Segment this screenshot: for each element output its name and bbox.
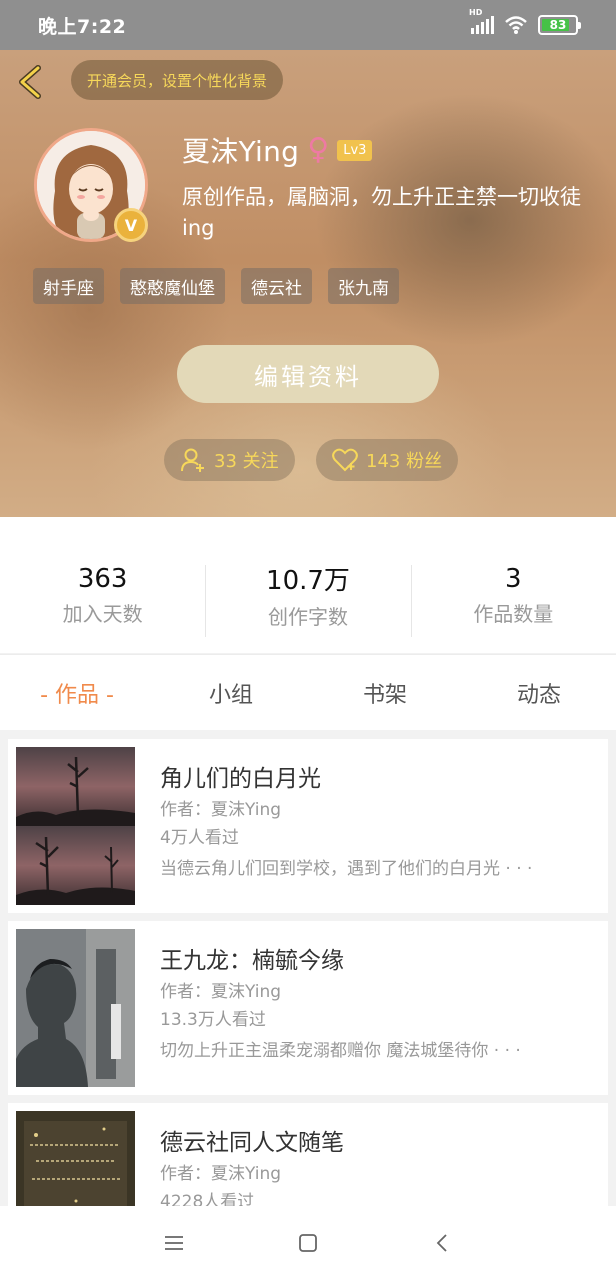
- work-author: 作者：夏沫Ying: [160, 800, 282, 820]
- work-description: 切勿上升正主温柔宠溺都赠你 魔法城堡待你 · · ·: [160, 1041, 521, 1061]
- work-cover-image: [16, 929, 135, 1087]
- fans-count: 143 粉丝: [366, 451, 443, 472]
- wifi-icon: [505, 16, 527, 34]
- stat-join-days: 363 加入天数: [0, 517, 205, 653]
- profile-header: 开通会员，设置个性化背景 V 夏沫Ying ♀ Lv3 原创作品，属脑洞，勿上升…: [0, 50, 616, 517]
- stat-label: 创作字数: [267, 605, 348, 629]
- work-author: 作者：夏沫Ying: [160, 982, 282, 1002]
- work-card[interactable]: 角儿们的白月光 作者：夏沫Ying 4万人看过 当德云角儿们回到学校，遇到了他们…: [8, 739, 608, 913]
- menu-button[interactable]: [157, 1226, 191, 1260]
- edit-profile-button[interactable]: 编辑资料: [177, 345, 439, 403]
- work-views: 4228人看过: [160, 1192, 255, 1206]
- menu-icon: [165, 1236, 183, 1250]
- stat-works-count: 3 作品数量: [410, 517, 616, 653]
- work-description: 当德云角儿们回到学校，遇到了他们的白月光 · · ·: [160, 859, 533, 879]
- stats-panel: 363 加入天数 10.7万 创作字数 3 作品数量: [0, 517, 616, 653]
- tab-groups[interactable]: 小组: [154, 655, 308, 730]
- tab-bookshelf[interactable]: 书架: [308, 655, 462, 730]
- stat-label: 加入天数: [62, 601, 143, 626]
- stat-word-count: 10.7万 创作字数: [205, 517, 410, 653]
- following-count: 33 关注: [214, 451, 279, 472]
- vip-background-banner[interactable]: 开通会员，设置个性化背景: [71, 60, 284, 100]
- stat-value: 3: [505, 563, 522, 594]
- signal-icon: HD: [469, 8, 494, 34]
- back-triangle-icon: [436, 1234, 447, 1252]
- username: 夏沫Ying: [182, 135, 300, 168]
- tag-item[interactable]: 射手座: [33, 268, 104, 304]
- following-button[interactable]: 33 关注: [164, 439, 295, 481]
- fans-button[interactable]: 143 粉丝: [316, 439, 459, 481]
- works-list: 角儿们的白月光 作者：夏沫Ying 4万人看过 当德云角儿们回到学校，遇到了他们…: [0, 730, 616, 1206]
- back-button[interactable]: [14, 64, 46, 100]
- status-bar: 晚上7:22 HD 83: [0, 0, 616, 50]
- name-row: 夏沫Ying ♀ Lv3: [182, 130, 373, 170]
- chevron-left-icon: [19, 65, 41, 99]
- status-icons: HD 83: [469, 8, 581, 35]
- user-add-icon: [181, 448, 204, 472]
- level-badge: Lv3: [337, 139, 373, 161]
- work-title: 王九龙：楠毓今缘: [160, 948, 344, 974]
- network-type: HD: [469, 8, 483, 17]
- tab-activity[interactable]: 动态: [462, 655, 616, 730]
- stat-value: 363: [77, 563, 128, 594]
- system-nav-bar: [0, 1206, 616, 1280]
- tag-item[interactable]: 德云社: [241, 268, 312, 304]
- battery-level: 83: [549, 18, 567, 32]
- home-button[interactable]: [291, 1226, 325, 1260]
- tag-list: 射手座 憨憨魔仙堡 德云社 张九南: [33, 268, 399, 304]
- tab-works[interactable]: - 作品 -: [0, 655, 154, 730]
- heart-icon: [332, 448, 358, 472]
- status-time: 晚上7:22: [38, 15, 127, 38]
- work-card[interactable]: 王九龙：楠毓今缘 作者：夏沫Ying 13.3万人看过 切勿上升正主温柔宠溺都赠…: [8, 921, 608, 1095]
- stat-label: 作品数量: [473, 601, 554, 626]
- bio-text: 原创作品，属脑洞，勿上升正主禁一切收徒ing: [182, 185, 581, 240]
- work-views: 4万人看过: [160, 828, 239, 848]
- female-icon: ♀: [307, 132, 330, 167]
- work-title: 角儿们的白月光: [160, 766, 321, 792]
- back-nav-button[interactable]: [425, 1226, 459, 1260]
- work-views: 13.3万人看过: [160, 1010, 266, 1030]
- work-card[interactable]: 德云社同人文随笔 作者：夏沫Ying 4228人看过: [8, 1103, 608, 1206]
- work-title: 德云社同人文随笔: [160, 1130, 344, 1156]
- tag-item[interactable]: 憨憨魔仙堡: [120, 268, 225, 304]
- stat-value: 10.7万: [266, 566, 350, 596]
- verified-badge: V: [114, 208, 148, 242]
- work-cover-image: [16, 1111, 135, 1206]
- battery-icon: 83: [538, 15, 581, 35]
- work-author: 作者：夏沫Ying: [160, 1164, 282, 1184]
- tab-bar: - 作品 - 小组 书架 动态: [0, 654, 616, 730]
- tag-item[interactable]: 张九南: [328, 268, 399, 304]
- work-cover-image: [16, 747, 135, 905]
- home-square-icon: [299, 1234, 317, 1252]
